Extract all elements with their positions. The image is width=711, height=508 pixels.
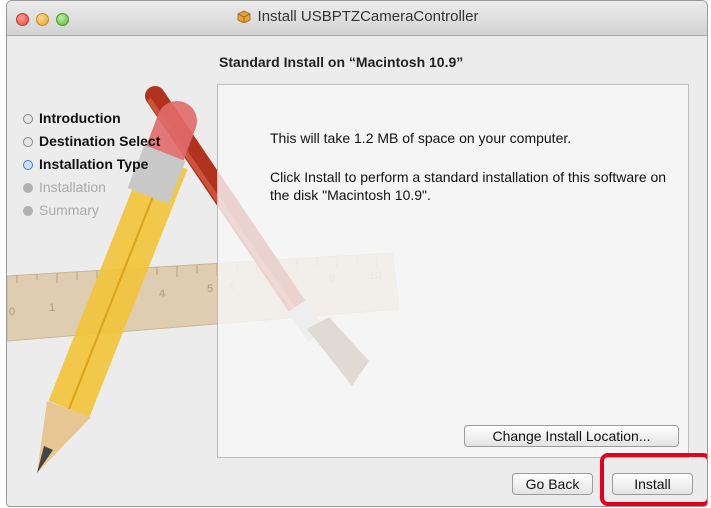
ruler-tick-label: 0 xyxy=(9,306,15,318)
installer-window: Install USBPTZCameraController Standard … xyxy=(6,0,708,507)
ruler-tick-label: 1 xyxy=(49,302,55,314)
ruler-tick-label: 5 xyxy=(207,283,213,295)
step-label: Summary xyxy=(39,202,99,218)
step-pending-icon xyxy=(23,183,33,193)
step-pending-icon xyxy=(23,206,33,216)
change-install-location-button[interactable]: Change Install Location... xyxy=(464,425,679,447)
go-back-button[interactable]: Go Back xyxy=(512,473,593,495)
window-title-group: Install USBPTZCameraController xyxy=(7,8,707,25)
installer-package-icon xyxy=(237,10,250,23)
title-bar: Install USBPTZCameraController xyxy=(7,1,707,36)
step-introduction: Introduction xyxy=(23,107,160,130)
installer-steps-list: Introduction Destination Select Installa… xyxy=(23,107,160,222)
step-current-icon xyxy=(23,160,33,170)
step-complete-icon xyxy=(23,114,33,124)
step-complete-icon xyxy=(23,137,33,147)
step-label: Installation xyxy=(39,179,106,195)
ruler-tick-label: 4 xyxy=(159,288,165,300)
content-panel: This will take 1.2 MB of space on your c… xyxy=(217,84,689,458)
install-button[interactable]: Install xyxy=(612,473,693,495)
step-label: Destination Select xyxy=(39,133,161,149)
step-summary: Summary xyxy=(23,199,160,222)
step-installation-type: Installation Type xyxy=(23,153,160,176)
step-label: Installation Type xyxy=(39,156,149,172)
step-label: Introduction xyxy=(39,110,121,126)
step-installation: Installation xyxy=(23,176,160,199)
step-destination-select: Destination Select xyxy=(23,130,160,153)
install-instructions: Click Install to perform a standard inst… xyxy=(270,169,667,203)
space-required-message: This will take 1.2 MB of space on your c… xyxy=(270,130,572,146)
window-title: Install USBPTZCameraController xyxy=(257,8,479,25)
